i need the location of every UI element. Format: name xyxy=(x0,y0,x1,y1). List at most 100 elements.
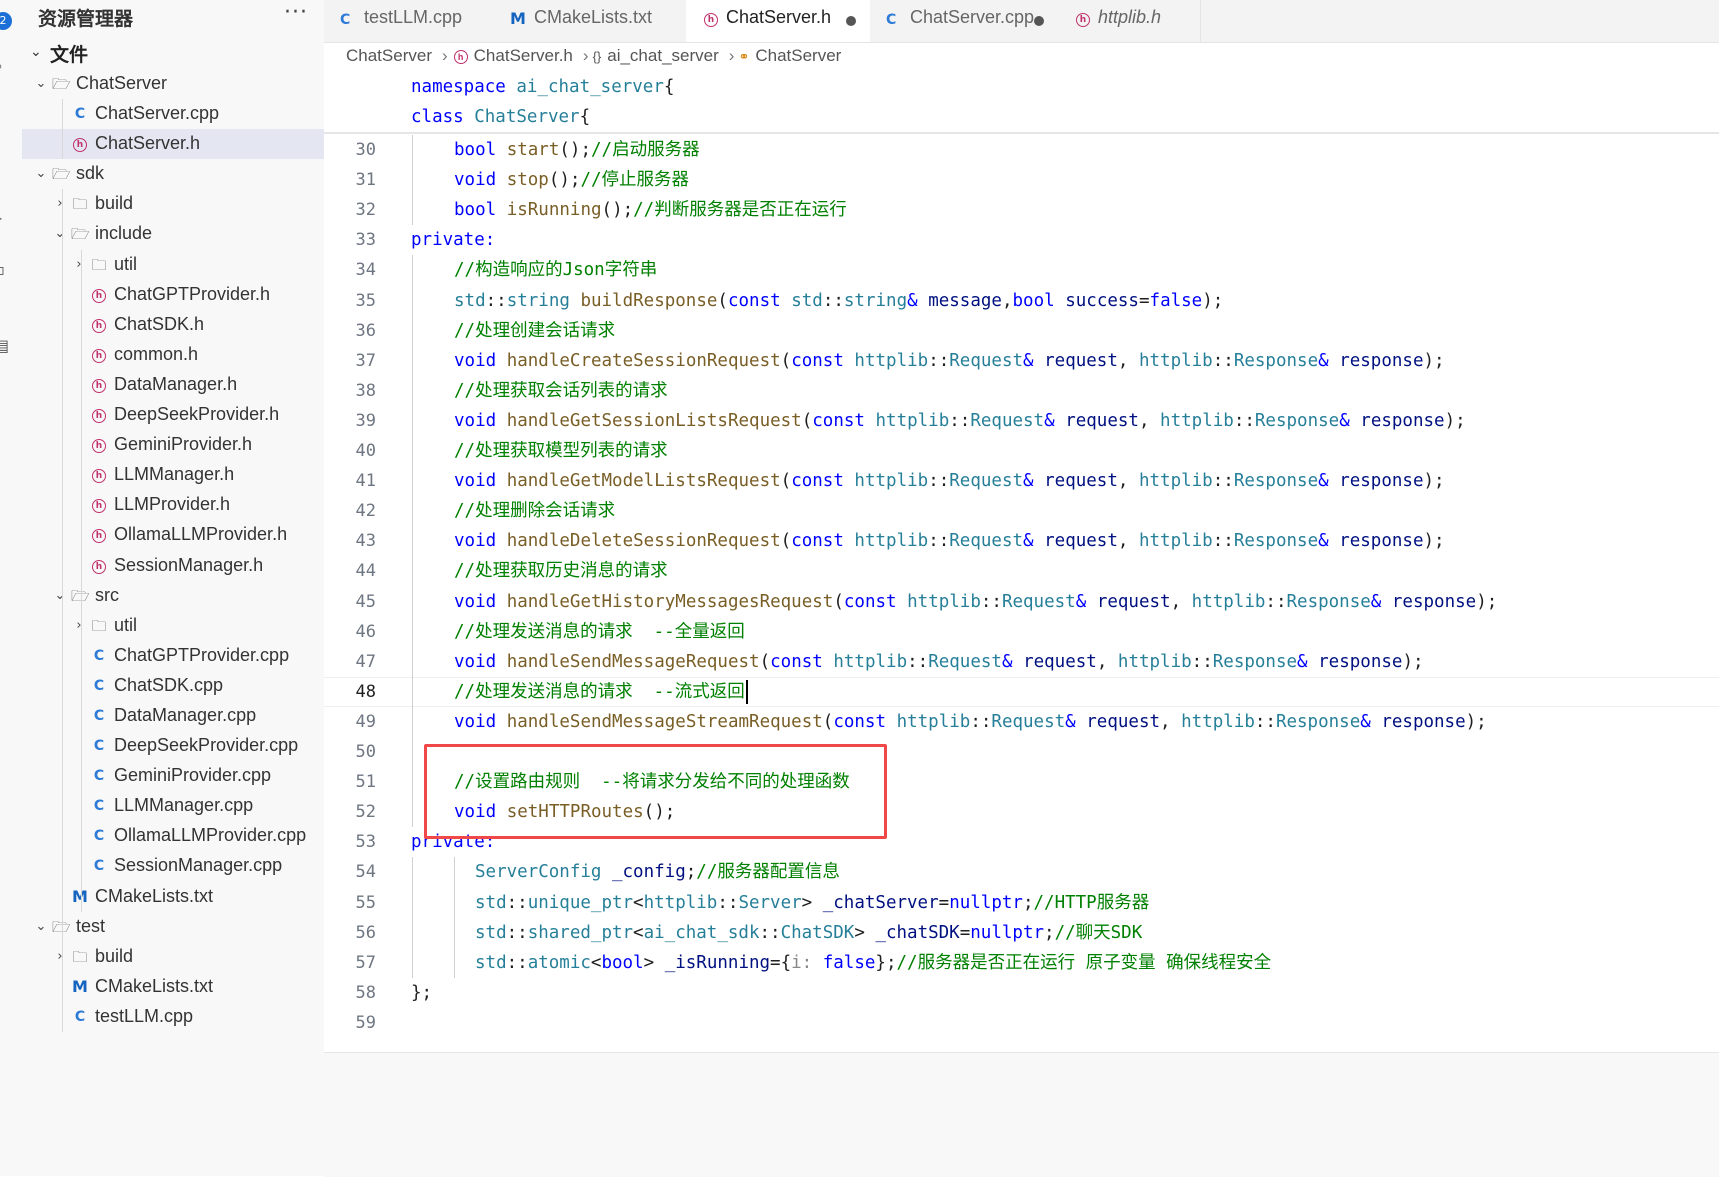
tree-file[interactable]: h LLMProvider.h xyxy=(22,490,324,520)
tree-folder[interactable]: › 🗀 build xyxy=(22,189,324,219)
header-file-icon: h xyxy=(90,557,108,575)
tree-item-label: CMakeLists.txt xyxy=(95,975,214,996)
tree-file[interactable]: h GeminiProvider.h xyxy=(22,430,324,460)
search-icon[interactable]: ⌕ xyxy=(0,58,10,74)
code-line[interactable]: 59 xyxy=(324,1008,1719,1038)
code-line[interactable]: 43 void handleDeleteSessionRequest(const … xyxy=(324,526,1719,556)
tree-file[interactable]: h DeepSeekProvider.h xyxy=(22,400,324,430)
tree-file[interactable]: h SessionManager.h xyxy=(22,551,324,581)
tree-file[interactable]: C DataManager.cpp xyxy=(22,701,324,731)
code-line[interactable]: 55 std::unique_ptr<httplib::Server> _chat… xyxy=(324,888,1719,918)
cpp-file-icon: C xyxy=(93,768,105,785)
code-text: private: xyxy=(411,230,496,251)
code-line[interactable]: 46 //处理发送消息的请求 --全量返回 xyxy=(324,617,1719,647)
tree-file[interactable]: h ChatGPTProvider.h xyxy=(22,280,324,310)
code-line[interactable]: 40 //处理获取模型列表的请求 xyxy=(324,436,1719,466)
more-actions-icon[interactable]: ··· xyxy=(284,0,308,25)
tree-folder[interactable]: ⌄ 🗁 ChatServer xyxy=(22,69,324,99)
tree-item-label: src xyxy=(95,584,119,605)
tree-item-label: common.h xyxy=(114,343,199,364)
code-indent-guide xyxy=(412,857,413,978)
unsaved-dot-icon[interactable] xyxy=(1034,16,1044,26)
tree-folder[interactable]: ⌄ 🗁 test xyxy=(22,912,324,942)
code-line[interactable]: 36 //处理创建会话请求 xyxy=(324,316,1719,346)
tree-file[interactable]: h common.h xyxy=(22,340,324,370)
breadcrumb-file[interactable]: ChatServer.h xyxy=(474,46,573,65)
sticky-scroll-line[interactable]: namespace ai_chat_server{ xyxy=(411,72,674,102)
tree-folder[interactable]: ⌄ 🗁 include xyxy=(22,219,324,249)
code-line[interactable]: 33 private: xyxy=(324,225,1719,255)
tree-file[interactable]: h OllamaLLMProvider.h xyxy=(22,520,324,550)
tree-folder[interactable]: › 🗀 util xyxy=(22,611,324,641)
breadcrumb-symbol[interactable]: ChatServer xyxy=(755,46,841,65)
code-line[interactable]: 44 //处理获取历史消息的请求 xyxy=(324,556,1719,586)
code-line[interactable]: 58}; xyxy=(324,978,1719,1008)
tree-file[interactable]: C OllamaLLMProvider.cpp xyxy=(22,821,324,851)
tree-file[interactable]: C ChatSDK.cpp xyxy=(22,671,324,701)
tree-file[interactable]: M CMakeLists.txt xyxy=(22,972,324,1002)
files-section-header[interactable]: ⌄ 文件 xyxy=(22,38,324,68)
panel-icon[interactable]: ▤ xyxy=(0,338,10,354)
code-line[interactable]: 42 //处理删除会话请求 xyxy=(324,496,1719,526)
tree-file[interactable]: C DeepSeekProvider.cpp xyxy=(22,731,324,761)
tree-file[interactable]: CtestLLM.cpp xyxy=(22,1002,324,1032)
editor-tab[interactable]: C ChatServer.cpp xyxy=(870,0,1059,42)
annotation-highlight-box xyxy=(424,744,887,839)
code-line[interactable]: 56 std::shared_ptr<ai_chat_sdk::ChatSDK> … xyxy=(324,918,1719,948)
tree-file[interactable]: C ChatGPTProvider.cpp xyxy=(22,641,324,671)
tree-folder[interactable]: ⌄ 🗁 src xyxy=(22,581,324,611)
extensions-icon[interactable]: ▫ xyxy=(0,262,10,278)
tree-file[interactable]: h ChatServer.h xyxy=(22,129,324,160)
code-line[interactable]: 45 void handleGetHistoryMessagesRequest(c… xyxy=(324,587,1719,617)
code-line[interactable]: 54 ServerConfig _config;//服务器配置信息 xyxy=(324,857,1719,887)
editor-tab[interactable]: CtestLLM.cpp xyxy=(324,0,495,42)
tree-file[interactable]: C ChatServer.cpp xyxy=(22,99,324,129)
tree-item-label: DeepSeekProvider.cpp xyxy=(114,735,299,756)
unsaved-dot-icon[interactable] xyxy=(846,16,856,26)
editor-tab[interactable]: h httplib.h xyxy=(1058,0,1201,42)
tree-file[interactable]: C SessionManager.cpp xyxy=(22,851,324,881)
notification-badge[interactable]: 2 xyxy=(0,12,12,30)
line-number: 37 xyxy=(355,350,376,371)
code-line[interactable]: 49 void handleSendMessageStreamRequest(co… xyxy=(324,707,1719,737)
editor-tab[interactable]: M CMakeLists.txt xyxy=(494,0,687,42)
cmake-file-icon: M xyxy=(72,976,88,996)
code-line[interactable]: 32 bool isRunning();//判断服务器是否正在运行 xyxy=(324,195,1719,225)
line-number: 31 xyxy=(355,170,376,191)
code-line[interactable]: 34 //构造响应的Json字符串 xyxy=(324,255,1719,285)
chevron-right-icon: › xyxy=(76,256,82,272)
tree-folder[interactable]: ⌄ 🗁 sdk xyxy=(22,159,324,189)
code-line[interactable]: 39 void handleGetSessionListsRequest(cons… xyxy=(324,406,1719,436)
breadcrumb-folder[interactable]: ChatServer xyxy=(346,46,432,65)
tree-file[interactable]: M CMakeLists.txt xyxy=(22,882,324,912)
run-debug-icon[interactable]: ▸ xyxy=(0,210,10,226)
tree-file[interactable]: h DataManager.h xyxy=(22,370,324,400)
code-editor[interactable]: namespace ai_chat_server{ class ChatServ… xyxy=(324,72,1719,1052)
code-line[interactable]: 35 std::string buildResponse(const std::s… xyxy=(324,286,1719,316)
code-line[interactable]: 38 //处理获取会话列表的请求 xyxy=(324,376,1719,406)
cpp-file-icon: C xyxy=(93,828,105,845)
tree-file[interactable]: C LLMManager.cpp xyxy=(22,791,324,821)
tree-item-label: ChatSDK.cpp xyxy=(114,674,224,695)
tab-label: ChatServer.h xyxy=(726,7,832,27)
sticky-scroll-line[interactable]: class ChatServer{ xyxy=(411,102,590,132)
breadcrumb-namespace[interactable]: ai_chat_server xyxy=(607,46,719,65)
code-line[interactable]: 47 void handleSendMessageRequest(const ht… xyxy=(324,647,1719,677)
code-text: void handleGetModelListsRequest(const ht… xyxy=(454,471,1445,492)
cpp-file-icon: C xyxy=(93,738,105,755)
code-line[interactable]: 57 std::atomic<bool> _isRunning={i: false… xyxy=(324,948,1719,978)
code-line[interactable]: 37 void handleCreateSessionRequest(const … xyxy=(324,346,1719,376)
code-text: std::shared_ptr<ai_chat_sdk::ChatSDK> _c… xyxy=(475,922,1143,943)
tree-folder[interactable]: › 🗀 util xyxy=(22,250,324,280)
code-line[interactable]: 41 void handleGetModelListsRequest(const … xyxy=(324,466,1719,496)
header-file-icon: h xyxy=(90,526,108,544)
code-line[interactable]: 48 //处理发送消息的请求 --流式返回 xyxy=(324,677,1719,707)
tree-file[interactable]: h ChatSDK.h xyxy=(22,310,324,340)
tree-item-label: util xyxy=(114,253,138,274)
tree-file[interactable]: h LLMManager.h xyxy=(22,460,324,490)
tree-folder[interactable]: › 🗀 build xyxy=(22,942,324,972)
code-line[interactable]: 30 bool start();//启动服务器 xyxy=(324,135,1719,165)
tree-file[interactable]: C GeminiProvider.cpp xyxy=(22,761,324,791)
editor-tab[interactable]: h ChatServer.h xyxy=(686,0,871,42)
code-line[interactable]: 31 void stop();//停止服务器 xyxy=(324,165,1719,195)
